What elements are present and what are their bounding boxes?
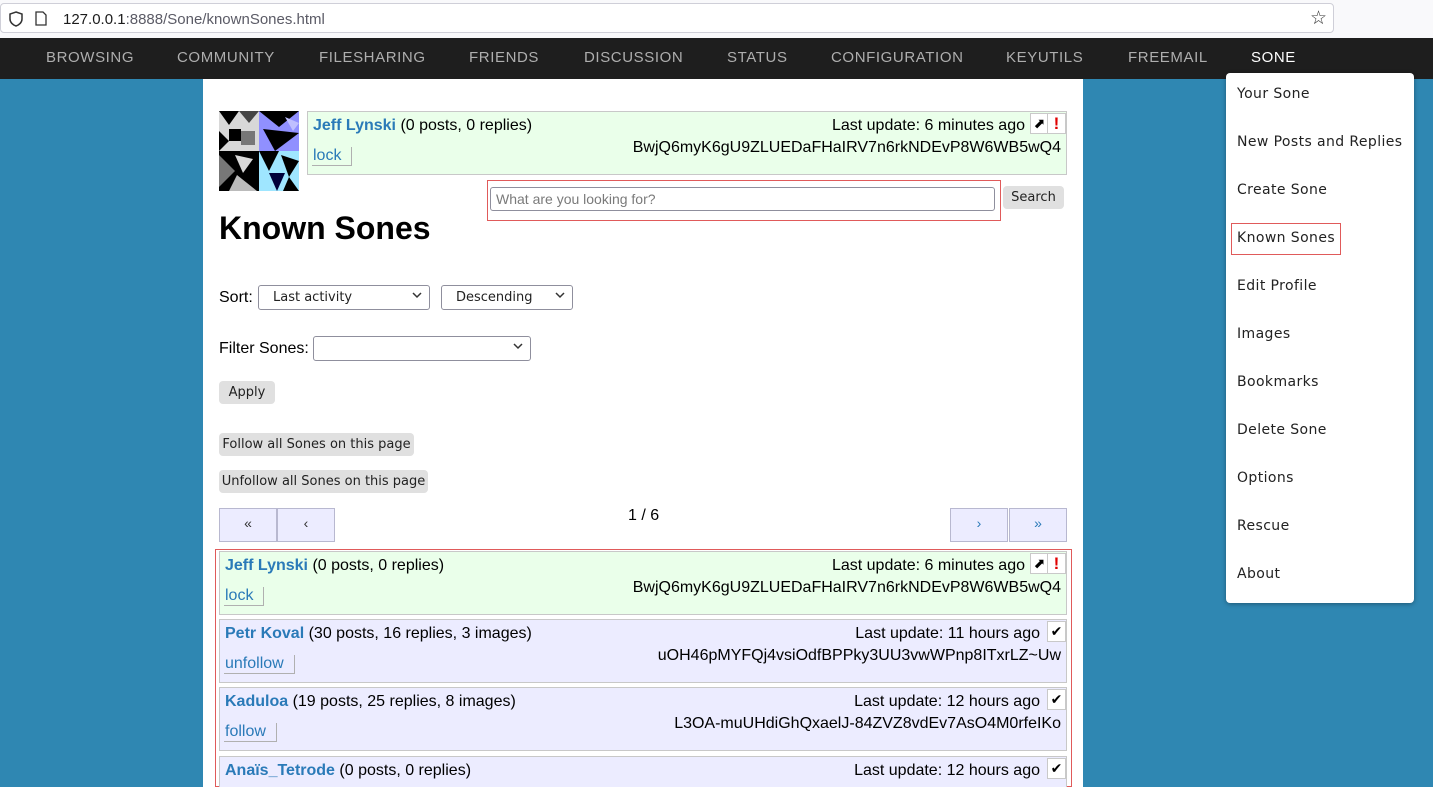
check-icon: ✔: [1047, 621, 1066, 642]
sone-list-item: Jeff Lynski (0 posts, 0 replies) Last up…: [219, 551, 1067, 615]
main-panel: Jeff Lynski (0 posts, 0 replies) Last up…: [203, 79, 1083, 787]
filter-select[interactable]: [313, 336, 531, 361]
sone-stats: (19 posts, 25 replies, 8 images): [292, 693, 516, 710]
url-host: 127.0.0.1: [63, 11, 126, 28]
menu-images[interactable]: Images: [1237, 326, 1291, 342]
sone-id: BwjQ6myK6gU9ZLUEDaFHaIRV7n6rkNDEvP8W6WB5…: [632, 139, 1061, 156]
sone-name-line: Petr Koval (30 posts, 16 replies, 3 imag…: [225, 625, 532, 643]
address-bar[interactable]: 127.0.0.1:8888/Sone/knownSones.html ☆: [0, 3, 1334, 33]
sort-label: Sort:: [219, 289, 253, 306]
follow-link[interactable]: follow: [224, 723, 277, 742]
menu-new-posts[interactable]: New Posts and Replies: [1237, 134, 1403, 150]
prev-page-button[interactable]: ‹: [277, 508, 335, 542]
warning-icon[interactable]: !: [1047, 113, 1066, 134]
sone-list-item: Anaïs_Tetrode (0 posts, 0 replies) Last …: [219, 756, 1067, 787]
follow-all-button[interactable]: Follow all Sones on this page: [219, 433, 414, 456]
sone-last-update: Last update: 6 minutes ago: [831, 117, 1025, 134]
nav-filesharing[interactable]: FILESHARING: [319, 49, 426, 66]
page-title: Known Sones: [219, 210, 431, 246]
lock-link[interactable]: lock: [224, 587, 265, 606]
sone-name-link[interactable]: Petr Koval: [225, 625, 304, 642]
last-page-button[interactable]: »: [1009, 508, 1067, 542]
nav-status[interactable]: STATUS: [727, 49, 788, 66]
sone-list-item: Kaduloa (19 posts, 25 replies, 8 images)…: [219, 687, 1067, 751]
sone-avatar[interactable]: [219, 111, 299, 191]
nav-browsing[interactable]: BROWSING: [46, 49, 134, 66]
sone-list-item: Petr Koval (30 posts, 16 replies, 3 imag…: [219, 619, 1067, 683]
sone-name-line: Kaduloa (19 posts, 25 replies, 8 images): [225, 693, 516, 711]
url-text[interactable]: 127.0.0.1:8888/Sone/knownSones.html: [63, 11, 325, 28]
menu-known-sones[interactable]: Known Sones: [1237, 230, 1335, 246]
shield-icon: [9, 11, 23, 27]
sort-order-value: Descending: [456, 290, 533, 305]
current-sone-card: Jeff Lynski (0 posts, 0 replies) Last up…: [307, 111, 1067, 175]
sort-by-select[interactable]: Last activity: [258, 285, 430, 310]
sone-name-link[interactable]: Anaïs_Tetrode: [225, 762, 335, 779]
lock-link[interactable]: lock: [312, 147, 353, 166]
sone-name-line: Jeff Lynski (0 posts, 0 replies): [225, 557, 444, 575]
nav-sone[interactable]: SONE: [1251, 49, 1296, 66]
nav-keyutils[interactable]: KEYUTILS: [1006, 49, 1083, 66]
warning-icon[interactable]: !: [1047, 553, 1066, 574]
menu-options[interactable]: Options: [1237, 470, 1294, 486]
sone-name-link[interactable]: Jeff Lynski: [313, 117, 396, 134]
sone-stats: (0 posts, 0 replies): [312, 557, 445, 574]
filter-label: Filter Sones:: [219, 340, 309, 357]
apply-button[interactable]: Apply: [219, 381, 275, 404]
menu-about[interactable]: About: [1237, 566, 1280, 582]
sone-stats: (0 posts, 0 replies): [339, 762, 472, 779]
sone-id: uOH46pMYFQj4vsiOdfBPPky3UU3vwWPnp8ITxrLZ…: [657, 647, 1061, 664]
sone-last-update: Last update: 12 hours ago: [854, 762, 1040, 779]
unfollow-link[interactable]: unfollow: [224, 655, 295, 674]
nav-friends[interactable]: FRIENDS: [469, 49, 539, 66]
sone-last-update: Last update: 11 hours ago: [855, 625, 1040, 642]
next-page-button[interactable]: ›: [950, 508, 1008, 542]
nav-community[interactable]: COMMUNITY: [177, 49, 275, 66]
menu-delete-sone[interactable]: Delete Sone: [1237, 422, 1327, 438]
chevron-down-icon: [555, 292, 565, 299]
top-navigation: BROWSING COMMUNITY FILESHARING FRIENDS D…: [0, 38, 1433, 79]
sone-id: L3OA-muUHdiGhQxaelJ-84ZVZ8vdEv7AsO4M0rfe…: [674, 715, 1061, 732]
page-indicator: 1 / 6: [628, 507, 660, 524]
page-icon: [35, 11, 47, 26]
menu-bookmarks[interactable]: Bookmarks: [1237, 374, 1319, 390]
sort-by-value: Last activity: [273, 290, 353, 305]
sone-name-link[interactable]: Kaduloa: [225, 693, 288, 710]
sort-order-select[interactable]: Descending: [441, 285, 573, 310]
check-icon: ✔: [1047, 689, 1066, 710]
sone-name-link[interactable]: Jeff Lynski: [225, 557, 308, 574]
search-button[interactable]: Search: [1003, 186, 1064, 209]
nav-discussion[interactable]: DISCUSSION: [584, 49, 683, 66]
sone-stats: (0 posts, 0 replies): [400, 117, 533, 134]
sone-name-line: Jeff Lynski (0 posts, 0 replies): [313, 117, 532, 135]
menu-rescue[interactable]: Rescue: [1237, 518, 1290, 534]
sone-last-update: Last update: 6 minutes ago: [831, 557, 1025, 574]
sone-menu: Your Sone New Posts and Replies Create S…: [1226, 73, 1414, 603]
first-page-button[interactable]: «: [219, 508, 277, 542]
nav-freemail[interactable]: FREEMAIL: [1128, 49, 1208, 66]
sone-last-update: Last update: 12 hours ago: [854, 693, 1040, 710]
url-path: :8888/Sone/knownSones.html: [125, 11, 325, 28]
search-input[interactable]: [490, 187, 995, 211]
sone-id: BwjQ6myK6gU9ZLUEDaFHaIRV7n6rkNDEvP8W6WB5…: [632, 579, 1061, 596]
chevron-down-icon: [513, 343, 523, 350]
chevron-down-icon: [412, 292, 422, 299]
sone-stats: (30 posts, 16 replies, 3 images): [308, 625, 532, 642]
unfollow-all-button[interactable]: Unfollow all Sones on this page: [219, 470, 428, 493]
check-icon: ✔: [1047, 758, 1066, 779]
menu-your-sone[interactable]: Your Sone: [1237, 86, 1310, 102]
bookmark-star-icon[interactable]: ☆: [1310, 9, 1327, 28]
nav-configuration[interactable]: CONFIGURATION: [831, 49, 964, 66]
sone-name-line: Anaïs_Tetrode (0 posts, 0 replies): [225, 762, 471, 780]
menu-create-sone[interactable]: Create Sone: [1237, 182, 1327, 198]
menu-edit-profile[interactable]: Edit Profile: [1237, 278, 1317, 294]
browser-toolbar: 127.0.0.1:8888/Sone/knownSones.html ☆: [0, 0, 1433, 38]
